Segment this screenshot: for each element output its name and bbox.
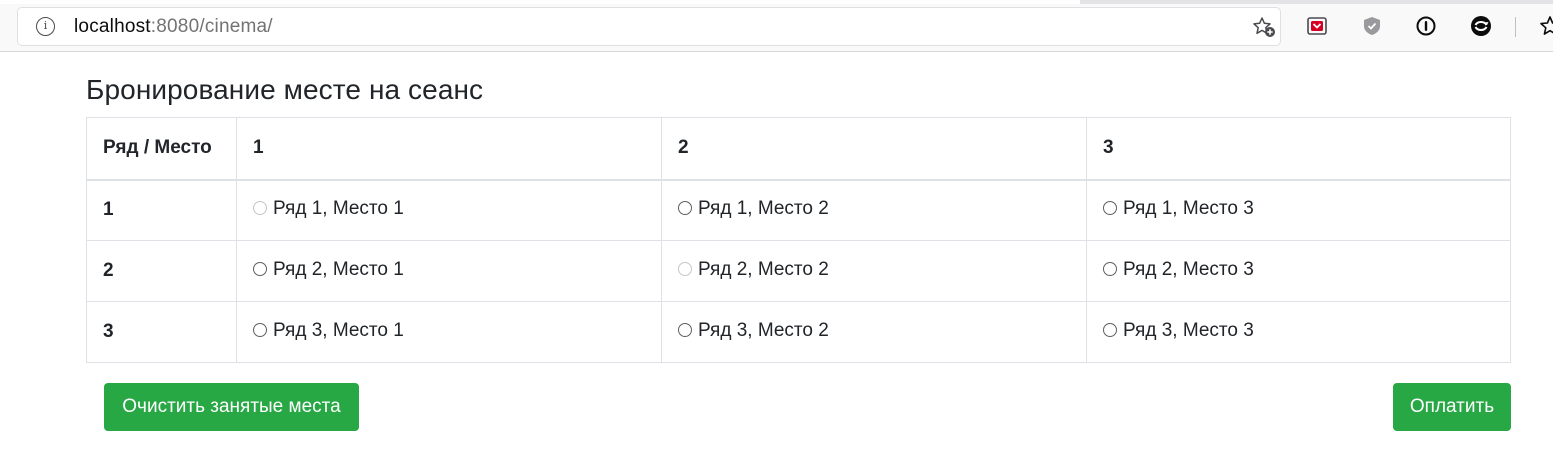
seat-cell: Ряд 3, Место 2 [661,301,1087,363]
bookmark-star-icon[interactable] [1252,16,1276,38]
seat-radio[interactable] [253,262,267,276]
seat-label: Ряд 1, Место 1 [273,198,404,220]
seat-option[interactable]: Ряд 2, Место 1 [253,259,404,281]
seat-radio [253,201,267,216]
seat-radio[interactable] [1103,201,1117,216]
seat-option: Ряд 1, Место 1 [253,198,404,220]
seat-cell: Ряд 1, Место 1 [236,179,662,241]
seat-label: Ряд 2, Место 2 [698,259,829,280]
seat-radio[interactable] [253,323,267,337]
toolbar-separator [1515,17,1516,37]
seat-cell: Ряд 2, Место 3 [1086,240,1511,302]
seat-radio [678,262,692,276]
seat-radio[interactable] [678,323,692,337]
seat-cell: Ряд 3, Место 1 [236,301,662,363]
seat-option[interactable]: Ряд 2, Место 3 [1103,259,1254,281]
url-path: :8080/cinema/ [150,16,273,37]
row-header: 2 [86,240,237,302]
pocket-icon[interactable] [1305,14,1329,38]
seat-option: Ряд 2, Место 2 [678,259,829,281]
table-row: 3 Ряд 3, Место 1 Ряд 3, Место 2 Ряд 3, М… [86,301,1511,363]
seat-label[interactable]: Ряд 2, Место 3 [1123,259,1254,281]
active-tab-indicator [0,0,1080,4]
info-icon[interactable]: i [36,17,55,36]
seat-cell: Ряд 1, Место 2 [661,179,1087,241]
seat-option[interactable]: Ряд 3, Место 2 [678,320,829,342]
seat-booking-table: Ряд / Место 1 2 3 1 Ряд 1, Место 1 Ряд 1… [86,117,1511,363]
url-host: localhost [74,16,151,37]
row-header: 1 [86,179,237,241]
corner-header: Ряд / Место [86,117,237,181]
table-header-row: Ряд / Место 1 2 3 [86,117,1511,181]
table-row: 1 Ряд 1, Место 1 Ряд 1, Место 2 Ряд 1, М… [86,179,1511,241]
tab-strip [0,0,1553,4]
seat-cell: Ряд 3, Место 3 [1086,301,1511,363]
seat-label[interactable]: Ряд 2, Место 1 [273,259,404,281]
seat-label[interactable]: Ряд 3, Место 1 [273,320,404,342]
row-header: 3 [86,301,237,363]
browser-toolbar: i localhost:8080/cinema/ [0,0,1553,52]
seat-option[interactable]: Ряд 3, Место 3 [1103,320,1254,342]
seat-option[interactable]: Ряд 1, Место 3 [1103,198,1254,220]
seat-option[interactable]: Ряд 3, Место 1 [253,320,404,342]
seat-radio[interactable] [678,201,692,216]
column-header: 1 [236,117,662,181]
url-text[interactable]: localhost:8080/cinema/ [74,16,273,38]
bookmarks-star-icon[interactable] [1538,14,1553,38]
seat-label[interactable]: Ряд 3, Место 2 [698,320,829,342]
pay-button[interactable]: Оплатить [1393,383,1511,431]
table-row: 2 Ряд 2, Место 1 Ряд 2, Место 2 Ряд 2, М… [86,240,1511,302]
page-title: Бронирование месте на сеанс [86,74,484,105]
shield-icon[interactable] [1360,14,1384,38]
clear-occupied-seats-button[interactable]: Очистить занятые места [104,383,359,431]
seat-radio[interactable] [1103,323,1117,337]
seat-cell: Ряд 2, Место 2 [661,240,1087,302]
column-header: 3 [1086,117,1511,181]
password-icon[interactable] [1414,14,1438,38]
seat-radio[interactable] [1103,262,1117,276]
address-bar[interactable]: i localhost:8080/cinema/ [18,8,1280,45]
sync-icon[interactable] [1469,14,1493,38]
seat-label[interactable]: Ряд 3, Место 3 [1123,320,1254,342]
seat-label[interactable]: Ряд 1, Место 2 [698,198,829,220]
seat-option[interactable]: Ряд 1, Место 2 [678,198,829,220]
column-header: 2 [661,117,1087,181]
seat-cell: Ряд 1, Место 3 [1086,179,1511,241]
seat-cell: Ряд 2, Место 1 [236,240,662,302]
seat-label[interactable]: Ряд 1, Место 3 [1123,198,1254,220]
